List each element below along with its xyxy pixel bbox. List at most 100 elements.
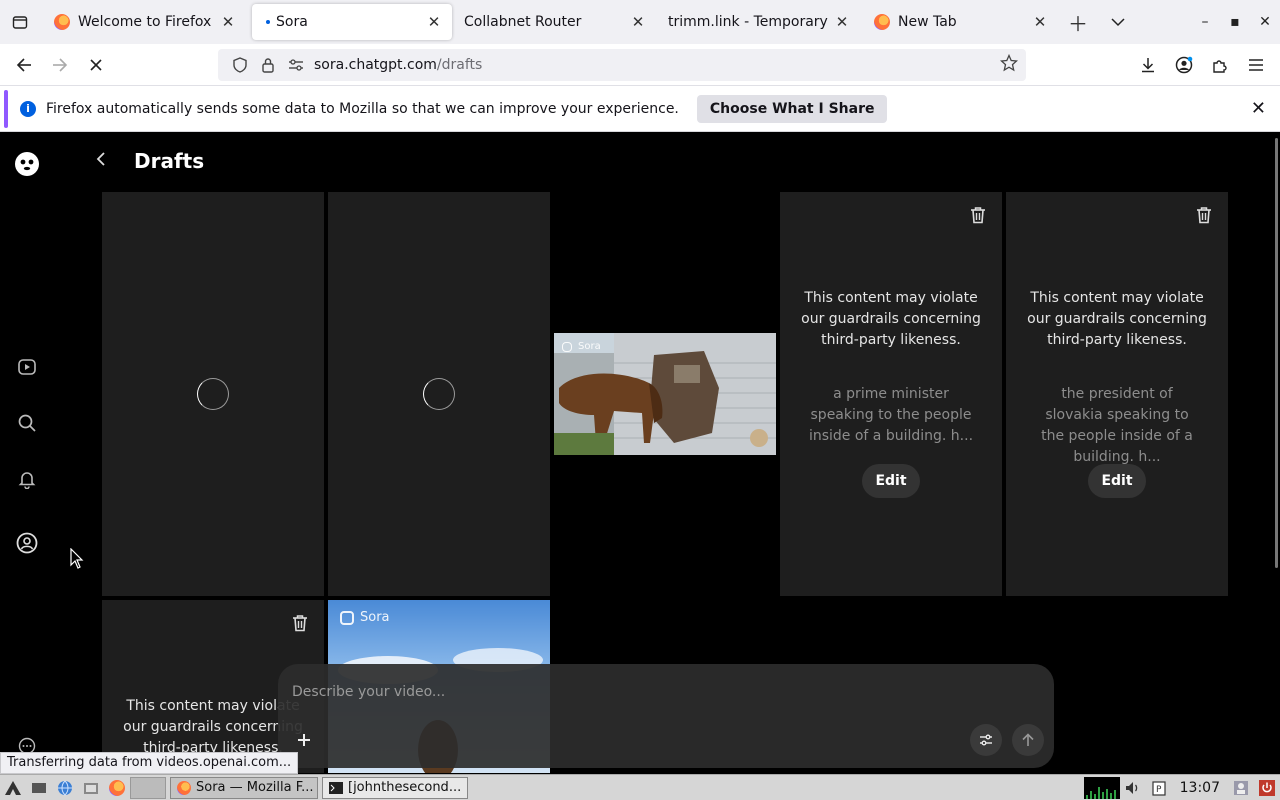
firefox-launcher-icon[interactable] [104, 777, 130, 799]
search-icon[interactable] [14, 410, 40, 436]
cpu-graph [1083, 776, 1120, 799]
guardrail-warning-text: This content may violate our guardrails … [123, 698, 303, 756]
draft-prompt-text: a prime minister speaking to the people … [808, 386, 974, 444]
show-desktop-icon[interactable] [26, 777, 52, 799]
app-menu-icon[interactable] [1238, 58, 1274, 72]
back-chevron-icon[interactable] [96, 151, 116, 172]
tracking-protection-shield-icon[interactable] [226, 57, 254, 73]
firefox-icon [54, 14, 70, 30]
terminal-icon [329, 781, 343, 794]
info-icon: i [20, 100, 36, 117]
describe-video-input[interactable] [292, 680, 892, 704]
status-panel: Transferring data from videos.openai.com… [0, 752, 299, 774]
tab-bar: Welcome to Firefox ✕ Sora ✕ Collabnet Ro… [0, 0, 1280, 44]
file-manager-launcher-icon[interactable] [78, 777, 104, 799]
tab-sora[interactable]: Sora ✕ [252, 4, 452, 40]
tab-title: trimm.link - Temporary U [668, 14, 830, 30]
draft-card-loading[interactable] [328, 192, 550, 596]
firefox-view-button[interactable] [0, 0, 40, 44]
profile-icon[interactable] [14, 530, 40, 556]
sora-logo-icon[interactable] [14, 151, 40, 177]
choose-what-i-share-button[interactable]: Choose What I Share [696, 94, 888, 123]
volume-icon[interactable] [1120, 777, 1146, 799]
mouse-cursor-icon [70, 548, 84, 569]
back-button[interactable] [6, 49, 42, 81]
taskbar-item-firefox[interactable]: Sora — Mozilla F... [170, 776, 318, 799]
url-text: sora.chatgpt.com/drafts [314, 57, 482, 73]
notification-accent [4, 89, 8, 128]
settings-button[interactable] [970, 724, 1002, 756]
sora-watermark-text: Sora [360, 610, 390, 625]
close-tab-icon[interactable]: ✕ [626, 10, 650, 34]
permissions-icon[interactable] [282, 58, 310, 72]
minimize-icon[interactable]: – [1190, 14, 1220, 30]
submit-button[interactable] [1012, 724, 1044, 756]
close-tab-icon[interactable]: ✕ [216, 10, 240, 34]
edit-button[interactable]: Edit [1088, 464, 1146, 498]
prompt-composer [278, 664, 1054, 768]
sidebar [0, 133, 84, 773]
tab-collabnet-router[interactable]: Collabnet Router ✕ [452, 0, 656, 44]
toolbar-right [1130, 44, 1280, 86]
arrow-left-icon [16, 57, 31, 72]
clipboard-icon[interactable]: P [1146, 777, 1172, 799]
maximize-icon[interactable]: ▪ [1220, 14, 1250, 30]
tab-welcome-to-firefox[interactable]: Welcome to Firefox ✕ [40, 0, 246, 44]
new-tab-button[interactable]: ＋ [1058, 6, 1098, 38]
bookmark-star-icon[interactable] [999, 53, 1019, 76]
draft-prompt-text: the president of slovakia speaking to th… [1041, 386, 1193, 465]
taskbar-item-label: Sora — Mozilla F... [196, 780, 314, 795]
url-path: /drafts [436, 57, 483, 73]
guardrail-warning-text: This content may violate our guardrails … [801, 290, 981, 348]
sliders-icon [980, 734, 992, 746]
url-host: sora.chatgpt.com [314, 57, 437, 73]
workspace-switcher[interactable] [130, 776, 166, 799]
close-window-icon[interactable]: ✕ [1250, 14, 1280, 30]
notification-message: Firefox automatically sends some data to… [46, 100, 679, 117]
power-icon[interactable] [1254, 777, 1280, 799]
close-notification-icon[interactable]: ✕ [1251, 98, 1266, 119]
trash-icon[interactable] [292, 614, 308, 636]
trash-icon[interactable] [970, 206, 986, 228]
loading-indicator-icon [266, 20, 270, 24]
draft-card-blocked[interactable]: This content may violate our guardrails … [1006, 192, 1228, 596]
close-tab-icon[interactable]: ✕ [422, 10, 446, 34]
list-all-tabs-button[interactable] [1098, 6, 1138, 38]
tab-new-tab[interactable]: New Tab ✕ [860, 0, 1058, 44]
bell-icon[interactable] [14, 466, 40, 492]
web-browser-launcher-icon[interactable] [52, 777, 78, 799]
tab-title: Sora [276, 14, 308, 30]
taskbar-item-terminal[interactable]: [johnthesecond... [322, 776, 468, 799]
draft-card-loading[interactable] [102, 192, 324, 596]
close-tab-icon[interactable]: ✕ [1028, 10, 1052, 34]
video-icon[interactable] [14, 354, 40, 380]
firefox-view-icon [12, 16, 28, 29]
stop-button[interactable] [78, 49, 114, 81]
lock-icon[interactable] [254, 57, 282, 73]
stop-icon [90, 58, 102, 71]
loading-spinner-icon [197, 378, 229, 410]
page-title: Drafts [134, 149, 205, 173]
close-tab-icon[interactable]: ✕ [830, 10, 854, 34]
plus-icon [298, 734, 310, 746]
trash-icon[interactable] [1196, 206, 1212, 228]
tab-title: Collabnet Router [464, 14, 582, 30]
edit-button[interactable]: Edit [862, 464, 920, 498]
sora-page: Drafts Sora This content may violate our… [0, 133, 1280, 773]
tab-trimm-link[interactable]: trimm.link - Temporary U ✕ [656, 0, 860, 44]
forward-button[interactable] [42, 49, 78, 81]
address-bar[interactable]: sora.chatgpt.com/drafts [218, 49, 1026, 81]
user-switch-icon[interactable] [1228, 777, 1254, 799]
draft-card-video[interactable]: Sora [554, 333, 776, 455]
downloads-icon[interactable] [1130, 57, 1166, 73]
extensions-icon[interactable] [1202, 57, 1238, 73]
page-scrollbar[interactable] [1275, 138, 1278, 568]
draft-card-blocked[interactable]: This content may violate our guardrails … [780, 192, 1002, 596]
firefox-icon [874, 14, 890, 30]
arrow-right-icon [53, 57, 68, 72]
guardrail-warning-text: This content may violate our guardrails … [1027, 290, 1207, 348]
account-icon[interactable] [1166, 56, 1202, 74]
firefox-icon [177, 780, 191, 795]
start-menu-icon[interactable] [0, 777, 26, 799]
loading-spinner-icon [423, 378, 455, 410]
